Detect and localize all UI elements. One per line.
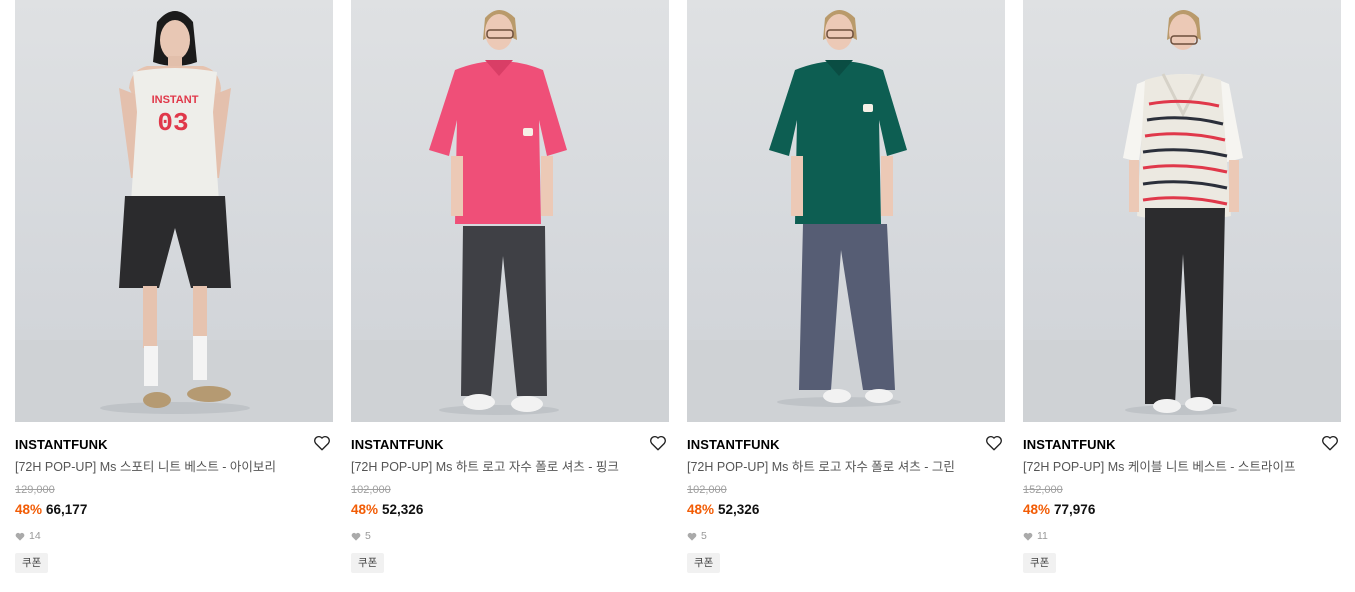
like-count: 14 — [15, 530, 333, 543]
like-count-value: 14 — [29, 530, 41, 542]
original-price: 102,000 — [687, 484, 727, 496]
product-image[interactable]: INSTANT 03 — [15, 0, 333, 422]
discount-rate: 48% — [1023, 502, 1051, 517]
product-image[interactable] — [1023, 0, 1341, 422]
sale-price: 52,326 — [718, 502, 760, 517]
sale-price: 77,976 — [1054, 502, 1096, 517]
like-count: 11 — [1023, 530, 1341, 543]
brand-name[interactable]: INSTANTFUNK — [351, 436, 669, 453]
price-row: 48% 77,976 — [1023, 501, 1341, 518]
brand-name[interactable]: INSTANTFUNK — [687, 436, 1005, 453]
product-info: INSTANTFUNK [72H POP-UP] Ms 케이블 니트 베스트 -… — [1023, 422, 1341, 573]
coupon-badge: 쿠폰 — [1023, 553, 1057, 573]
model-photo-ivory-vest: INSTANT 03 — [15, 11, 333, 422]
model-photo-pink-polo — [351, 10, 669, 422]
original-price: 129,000 — [15, 484, 55, 496]
sale-price: 66,177 — [46, 502, 88, 517]
product-card[interactable]: INSTANT 03 INSTANTFUNK [72H POP-UP] Ms 스… — [15, 0, 333, 573]
product-title[interactable]: [72H POP-UP] Ms 하트 로고 자수 폴로 셔츠 - 그린 — [687, 459, 1005, 475]
brand-name[interactable]: INSTANTFUNK — [15, 436, 333, 453]
price-row: 48% 52,326 — [351, 501, 669, 518]
brand-name[interactable]: INSTANTFUNK — [1023, 436, 1341, 453]
shirt-print-line1: INSTANT — [152, 94, 199, 106]
product-grid: INSTANT 03 INSTANTFUNK [72H POP-UP] Ms 스… — [15, 0, 1341, 573]
coupon-badge: 쿠폰 — [15, 553, 49, 573]
model-photo-striped-vest — [1023, 10, 1341, 422]
discount-rate: 48% — [15, 502, 43, 517]
product-card[interactable]: INSTANTFUNK [72H POP-UP] Ms 케이블 니트 베스트 -… — [1023, 0, 1341, 573]
original-price: 152,000 — [1023, 484, 1063, 496]
like-count-value: 5 — [365, 530, 371, 542]
heart-filled-icon — [687, 532, 697, 541]
product-title[interactable]: [72H POP-UP] Ms 하트 로고 자수 폴로 셔츠 - 핑크 — [351, 459, 669, 475]
coupon-badge: 쿠폰 — [687, 553, 721, 573]
like-count-value: 11 — [1037, 530, 1048, 542]
like-count: 5 — [687, 530, 1005, 543]
heart-filled-icon — [351, 532, 361, 541]
product-info: INSTANTFUNK [72H POP-UP] Ms 스포티 니트 베스트 -… — [15, 422, 333, 573]
wishlist-heart-icon[interactable] — [985, 434, 1003, 452]
heart-filled-icon — [15, 532, 25, 541]
product-card[interactable]: INSTANTFUNK [72H POP-UP] Ms 하트 로고 자수 폴로 … — [687, 0, 1005, 573]
sale-price: 52,326 — [382, 502, 424, 517]
like-count-value: 5 — [701, 530, 707, 542]
price-row: 48% 66,177 — [15, 501, 333, 518]
heart-filled-icon — [1023, 532, 1033, 541]
product-info: INSTANTFUNK [72H POP-UP] Ms 하트 로고 자수 폴로 … — [351, 422, 669, 573]
product-title[interactable]: [72H POP-UP] Ms 케이블 니트 베스트 - 스트라이프 — [1023, 459, 1341, 475]
wishlist-heart-icon[interactable] — [1321, 434, 1339, 452]
discount-rate: 48% — [687, 502, 715, 517]
original-price: 102,000 — [351, 484, 391, 496]
product-card[interactable]: INSTANTFUNK [72H POP-UP] Ms 하트 로고 자수 폴로 … — [351, 0, 669, 573]
coupon-badge: 쿠폰 — [351, 553, 385, 573]
product-info: INSTANTFUNK [72H POP-UP] Ms 하트 로고 자수 폴로 … — [687, 422, 1005, 573]
wishlist-heart-icon[interactable] — [313, 434, 331, 452]
like-count: 5 — [351, 530, 669, 543]
wishlist-heart-icon[interactable] — [649, 434, 667, 452]
shirt-print-line2: 03 — [157, 108, 188, 138]
product-image[interactable] — [687, 0, 1005, 422]
price-row: 48% 52,326 — [687, 501, 1005, 518]
model-photo-green-polo — [687, 10, 1005, 422]
product-image[interactable] — [351, 0, 669, 422]
product-title[interactable]: [72H POP-UP] Ms 스포티 니트 베스트 - 아이보리 — [15, 459, 333, 475]
discount-rate: 48% — [351, 502, 379, 517]
